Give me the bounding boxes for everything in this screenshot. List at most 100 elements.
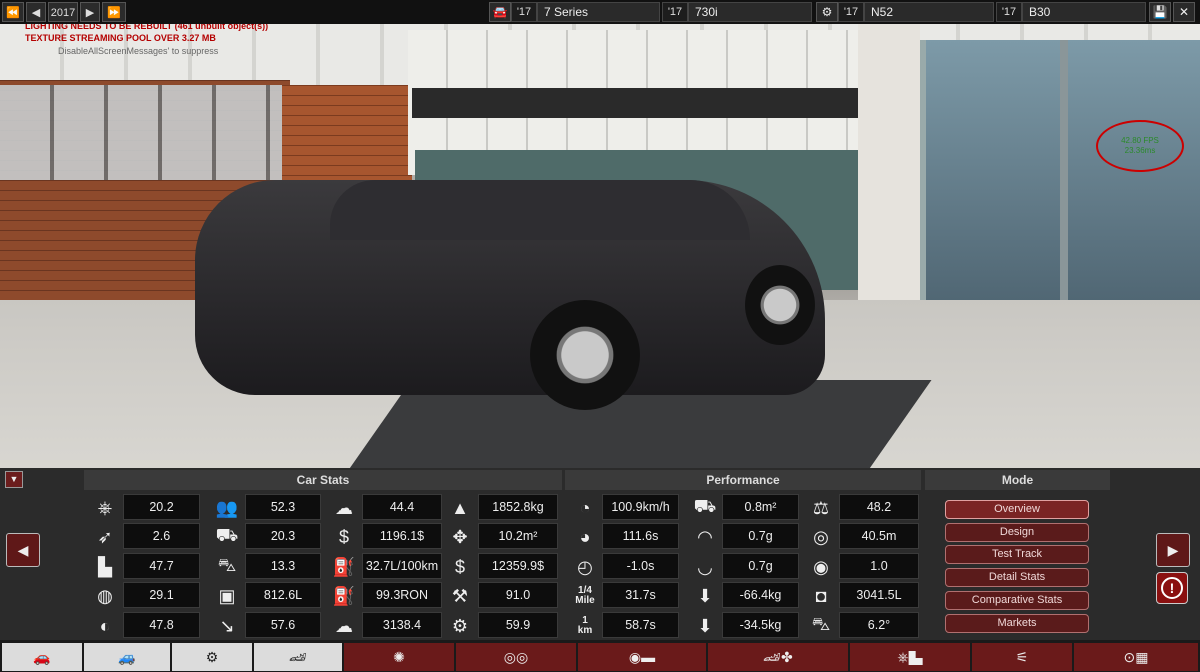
mode-detail-stats-button[interactable]: Detail Stats (945, 568, 1089, 587)
next-year-icon[interactable]: ▶ (80, 2, 100, 22)
mode-design-button[interactable]: Design (945, 523, 1089, 542)
wall-band (412, 88, 872, 118)
stat-value: -1.0s (602, 553, 679, 579)
performance-header: Performance (565, 470, 921, 490)
top-bar: ⏪ ◀ 2017 ▶ ⏩ 🚘 '17 7 Series '17 730i ⚙ '… (0, 0, 1200, 24)
tab-springs-icon[interactable]: ⚟ (972, 643, 1072, 671)
downforce-rear-icon: ⬇ (697, 615, 713, 636)
cornering-icon: ◠ (697, 526, 713, 547)
stat-value: 40.5m (839, 523, 919, 549)
trim-year: '17 (662, 2, 688, 22)
stat-value: 1852.8kg (478, 494, 558, 520)
frontal-area-icon: ⛟ (693, 496, 717, 516)
stat-value: 48.2 (839, 494, 919, 520)
rewind-icon[interactable]: ⏪ (2, 2, 24, 22)
tab-car-icon[interactable]: 🚗 (2, 643, 82, 671)
next-arrow-icon[interactable]: ▶ (1156, 533, 1190, 567)
feather-icon: ➶ (97, 526, 113, 547)
stat-value: 1196.1$ (362, 523, 442, 549)
stat-value: 10.2m² (478, 523, 558, 549)
stat-value: 31.7s (602, 582, 679, 608)
pickup-icon: ⛟ (215, 525, 239, 545)
fuel-octane-icon: ⛽ (332, 585, 356, 606)
tab-aero-icon[interactable]: 🏎✤ (708, 643, 848, 671)
prev-arrow-icon[interactable]: ◀ (6, 533, 40, 567)
close-icon[interactable]: ✕ (1173, 2, 1195, 22)
front-wheel (745, 265, 815, 345)
stat-value: 91.0 (478, 582, 558, 608)
tab-design-icon[interactable]: 🏎 (254, 643, 342, 671)
frame-time: 23.36ms (1124, 146, 1156, 155)
debug-message: TEXTURE STREAMING POOL OVER 3.27 MB (25, 33, 216, 43)
stat-value: 0.8m² (722, 494, 799, 520)
tools-icon: ⚙ (451, 615, 469, 636)
brake-fade-icon: ◉ (813, 556, 829, 577)
engine-icon[interactable]: ⚙ (816, 2, 838, 22)
area-icon: ✥ (452, 526, 468, 547)
balance-icon: ⚖ (812, 497, 830, 518)
ring-icon: ◍ (97, 585, 113, 606)
trim-field[interactable]: 730i (688, 2, 812, 22)
tab-finish-icon[interactable]: ⊙▦ (1074, 643, 1198, 671)
quarter-label-bottom: Mile (575, 595, 595, 606)
stat-value: 99.3RON (362, 582, 442, 608)
anvil-icon: ⚒ (451, 585, 469, 606)
model-field[interactable]: 7 Series (537, 2, 660, 22)
tab-interior-icon[interactable]: ⎈▙ (850, 643, 970, 671)
stat-value: -34.5kg (722, 612, 799, 638)
cargo-box-icon: ▣ (218, 585, 236, 606)
speedometer-icon: ◔ (579, 497, 591, 518)
cost-icon: $ (338, 526, 349, 547)
seat-icon: ▙ (98, 556, 112, 577)
engine-year: '17 (838, 2, 864, 22)
stat-value: 32.7L/100km (362, 553, 442, 579)
tab-wheels-icon[interactable]: ◎◎ (456, 643, 576, 671)
stat-value: 0.7g (722, 523, 799, 549)
steering-wheel-icon: ⎈ (97, 497, 113, 518)
tab-engine-icon[interactable]: ⚙ (172, 643, 252, 671)
checker-icon: ◐ (99, 615, 111, 636)
car-stats-header: Car Stats (84, 470, 562, 490)
stat-value: 0.7g (722, 553, 799, 579)
car-roof (330, 180, 750, 240)
mode-comparative-stats-button[interactable]: Comparative Stats (945, 591, 1089, 610)
stat-value: 12359.9$ (478, 553, 558, 579)
incline-icon: ⛍ (811, 614, 831, 634)
tab-body-icon[interactable]: 🚙 (84, 643, 170, 671)
prev-year-icon[interactable]: ◀ (26, 2, 46, 22)
save-icon[interactable]: 💾 (1149, 2, 1171, 22)
collapse-panel-icon[interactable]: ▼ (5, 471, 23, 488)
stat-value: 47.8 (123, 612, 200, 638)
warning-icon[interactable]: ! (1156, 572, 1188, 604)
pillar (858, 0, 920, 330)
garage-viewport[interactable]: LIGHTING NEEDS TO BE REBUILT (461 unbuil… (0, 0, 1200, 468)
stat-value: 20.2 (123, 494, 200, 520)
mode-overview-button[interactable]: Overview (945, 500, 1089, 519)
emissions-icon: ☁ (335, 615, 353, 636)
stat-value: 57.6 (245, 612, 321, 638)
variant-field[interactable]: B30 (1022, 2, 1146, 22)
tab-exhaust-icon[interactable]: ◉▬ (578, 643, 706, 671)
brake-disc-icon: ◎ (813, 526, 829, 547)
year-field[interactable]: 2017 (48, 2, 78, 22)
rear-wheel (530, 300, 640, 410)
passengers-icon: 👥 (215, 497, 239, 518)
fast-forward-icon[interactable]: ⏩ (102, 2, 126, 22)
tab-engine-block-icon[interactable]: ✺ (344, 643, 454, 671)
stat-value: 1.0 (839, 553, 919, 579)
tow-arrow-icon: ↘ (219, 615, 235, 636)
car-model-icon[interactable]: 🚘 (489, 2, 511, 22)
stat-value: 20.3 (245, 523, 321, 549)
stat-value: 3138.4 (362, 612, 442, 638)
volume-icon: ◘ (815, 585, 827, 606)
windows-left (0, 85, 285, 180)
cornering-2-icon: ◡ (697, 556, 713, 577)
mode-test-track-button[interactable]: Test Track (945, 545, 1089, 564)
mode-markets-button[interactable]: Markets (945, 614, 1089, 633)
fps-value: 42.80 FPS (1121, 136, 1159, 145)
km-label-bottom: km (577, 625, 593, 636)
stat-value: 52.3 (245, 494, 321, 520)
stat-value: 812.6L (245, 582, 321, 608)
engine-field[interactable]: N52 (864, 2, 994, 22)
variant-year: '17 (996, 2, 1022, 22)
